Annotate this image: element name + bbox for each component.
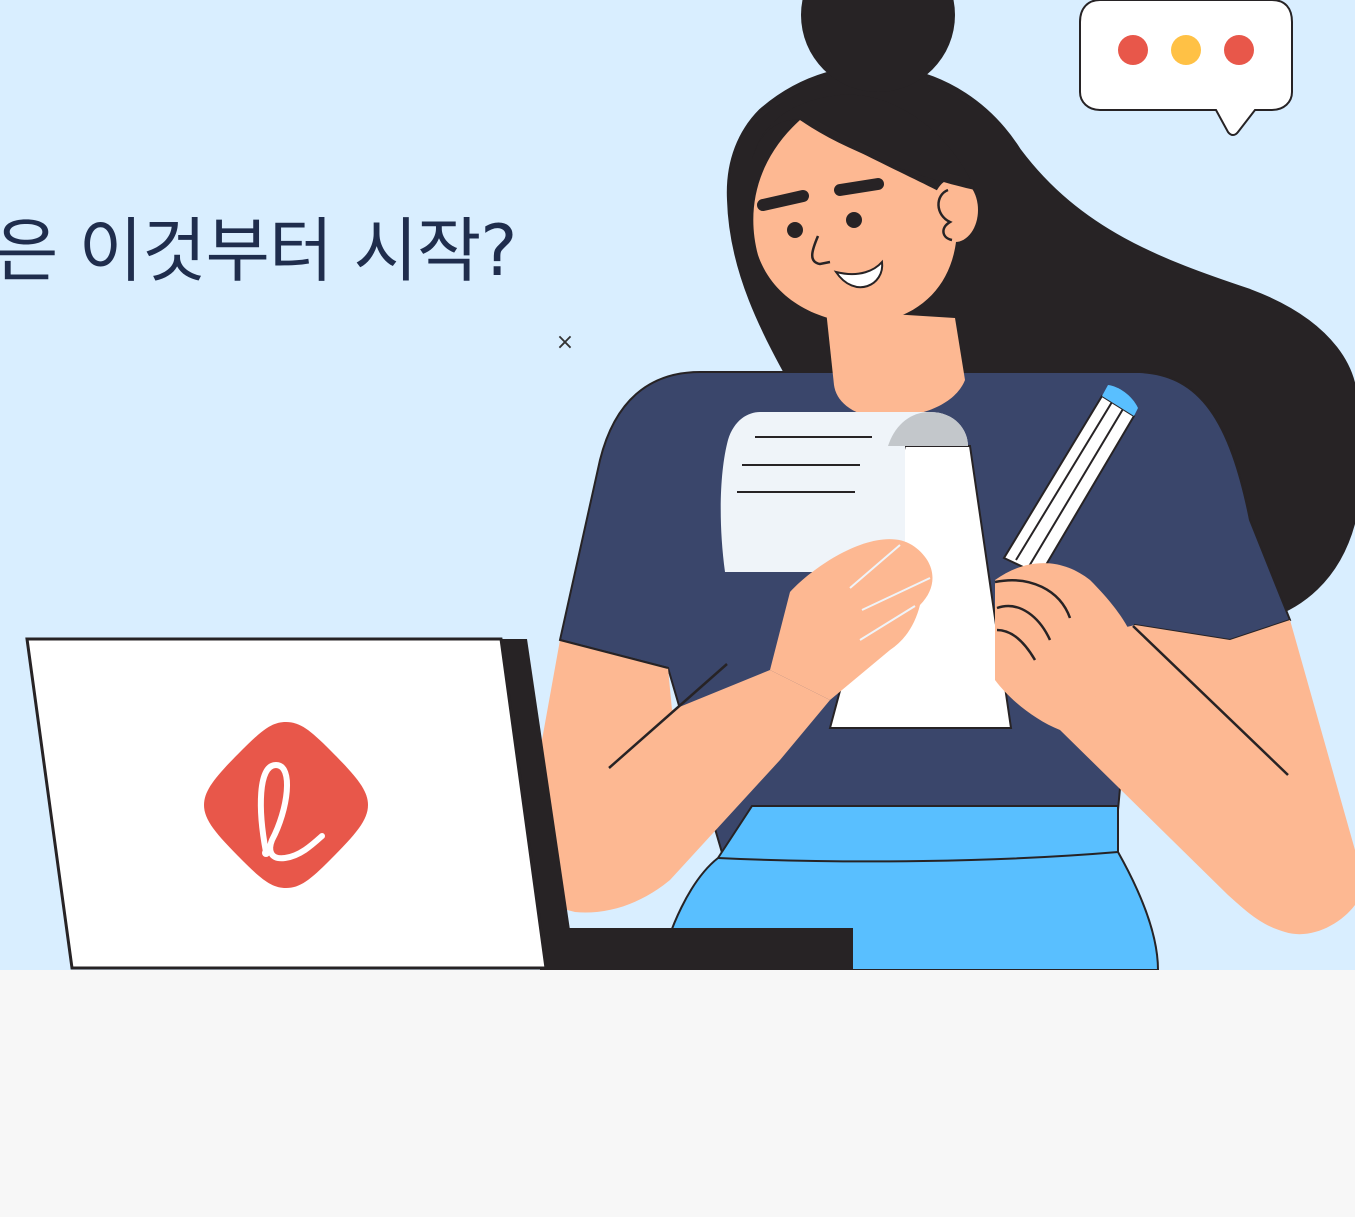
neck xyxy=(826,310,965,418)
hero-banner: 은 이것부터 시작? × xyxy=(0,0,1355,970)
speech-bubble xyxy=(1079,0,1293,136)
illustration xyxy=(25,0,1355,970)
footer-area xyxy=(0,970,1355,1217)
typing-dots-icon xyxy=(1118,35,1254,65)
promo-page: 은 이것부터 시작? × xyxy=(0,0,1355,1217)
close-button[interactable]: × xyxy=(553,331,577,355)
